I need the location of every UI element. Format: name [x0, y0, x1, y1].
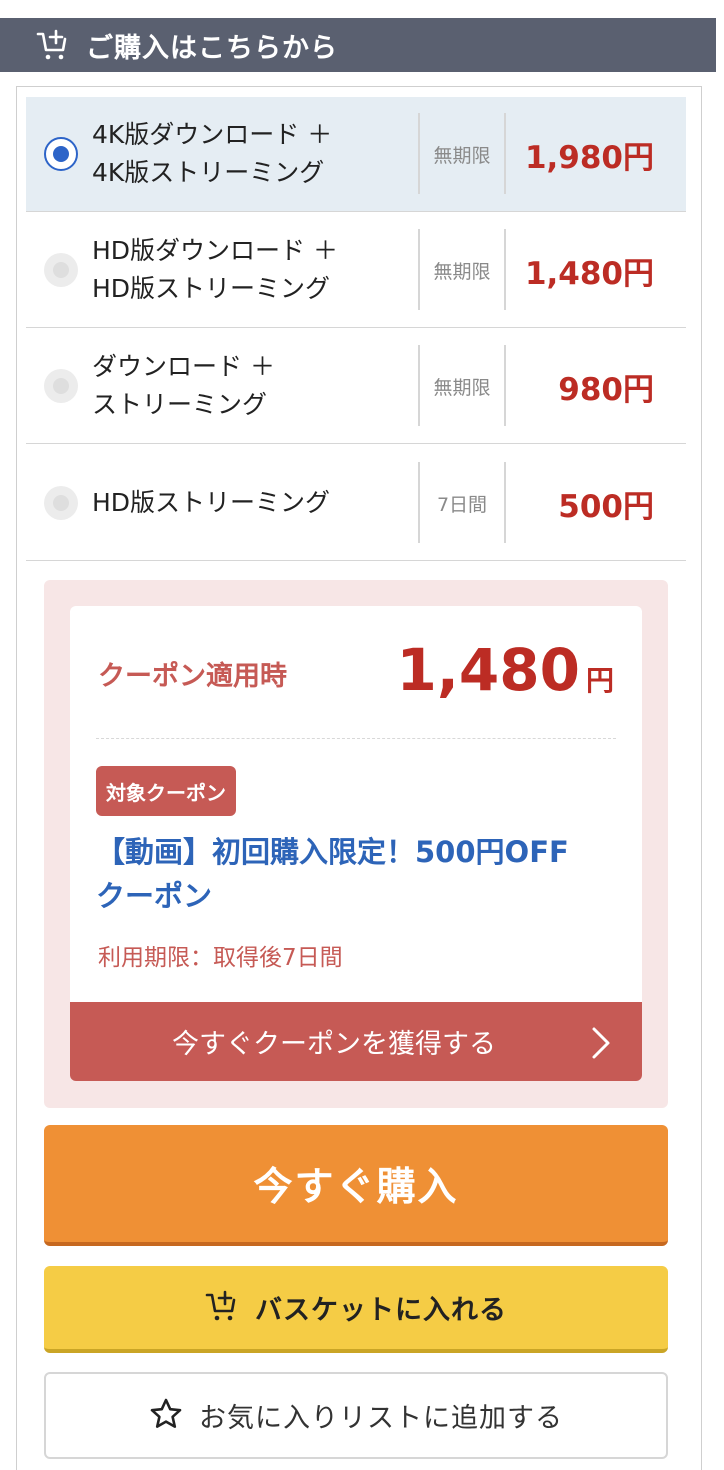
option-period: 無期限 [433, 260, 491, 283]
coupon-expiry: 利用期限：取得後7日間 [98, 945, 343, 971]
cart-add-icon [36, 28, 70, 62]
option-price: 1,980円 [524, 139, 654, 176]
purchase-option-4k[interactable]: 4K版ダウンロード ＋ 4K版ストリーミング 無期限 1,980円 [26, 97, 686, 212]
add-to-favorites-label: お気に入りリストに追加する [199, 1403, 563, 1434]
buy-now-button[interactable]: 今すぐ購入 [44, 1125, 668, 1246]
add-to-basket-label: バスケットに入れる [255, 1295, 507, 1326]
option-price: 500円 [558, 488, 654, 525]
coupon-section: クーポン適用時 1,480 円 対象クーポン 【動画】初回購入限定！500円OFF… [44, 580, 668, 1108]
coupon-badge: 対象クーポン [96, 766, 236, 816]
option-period: 無期限 [433, 376, 491, 399]
purchase-option-hd[interactable]: HD版ダウンロード ＋ HD版ストリーミング 無期限 1,480円 [26, 213, 686, 328]
get-coupon-label: 今すぐクーポンを獲得する [172, 1029, 496, 1060]
option-label: 4K版ダウンロード ＋ 4K版ストリーミング [92, 120, 333, 187]
option-period: 無期限 [433, 144, 491, 167]
cart-add-icon [205, 1289, 239, 1327]
purchase-option-standard[interactable]: ダウンロード ＋ ストリーミング 無期限 980円 [26, 329, 686, 444]
dashed-divider [96, 738, 616, 739]
purchase-header-title: ご購入はこちらから [86, 32, 338, 64]
radio-unselected[interactable] [44, 253, 78, 287]
purchase-header: ご購入はこちらから [0, 18, 716, 72]
radio-unselected[interactable] [44, 486, 78, 520]
coupon-card: クーポン適用時 1,480 円 対象クーポン 【動画】初回購入限定！500円OFF… [70, 606, 642, 1081]
radio-selected[interactable] [44, 137, 78, 171]
option-label: ダウンロード ＋ ストリーミング [92, 352, 275, 419]
coupon-applied-price: 1,480 円 [397, 636, 614, 704]
option-label: HD版ダウンロード ＋ HD版ストリーミング [92, 236, 338, 303]
coupon-applied-label: クーポン適用時 [98, 661, 287, 692]
option-price: 980円 [558, 371, 654, 408]
option-period: 7日間 [436, 493, 488, 516]
star-icon [149, 1397, 183, 1435]
coupon-name-link[interactable]: 【動画】初回購入限定！500円OFF クーポン [96, 830, 616, 918]
option-price: 1,480円 [524, 255, 654, 292]
divider [504, 229, 506, 310]
add-to-basket-button[interactable]: バスケットに入れる [44, 1266, 668, 1353]
divider [504, 113, 506, 194]
divider [504, 462, 506, 543]
add-to-favorites-button[interactable]: お気に入りリストに追加する [44, 1372, 668, 1459]
get-coupon-button[interactable]: 今すぐクーポンを獲得する [70, 1002, 642, 1081]
purchase-option-hd-streaming[interactable]: HD版ストリーミング 7日間 500円 [26, 446, 686, 561]
chevron-right-icon [586, 1026, 616, 1060]
radio-unselected[interactable] [44, 369, 78, 403]
option-label: HD版ストリーミング [92, 488, 331, 517]
coupon-price-number: 1,480 [396, 636, 580, 704]
coupon-price-unit: 円 [585, 664, 614, 697]
divider [504, 345, 506, 426]
